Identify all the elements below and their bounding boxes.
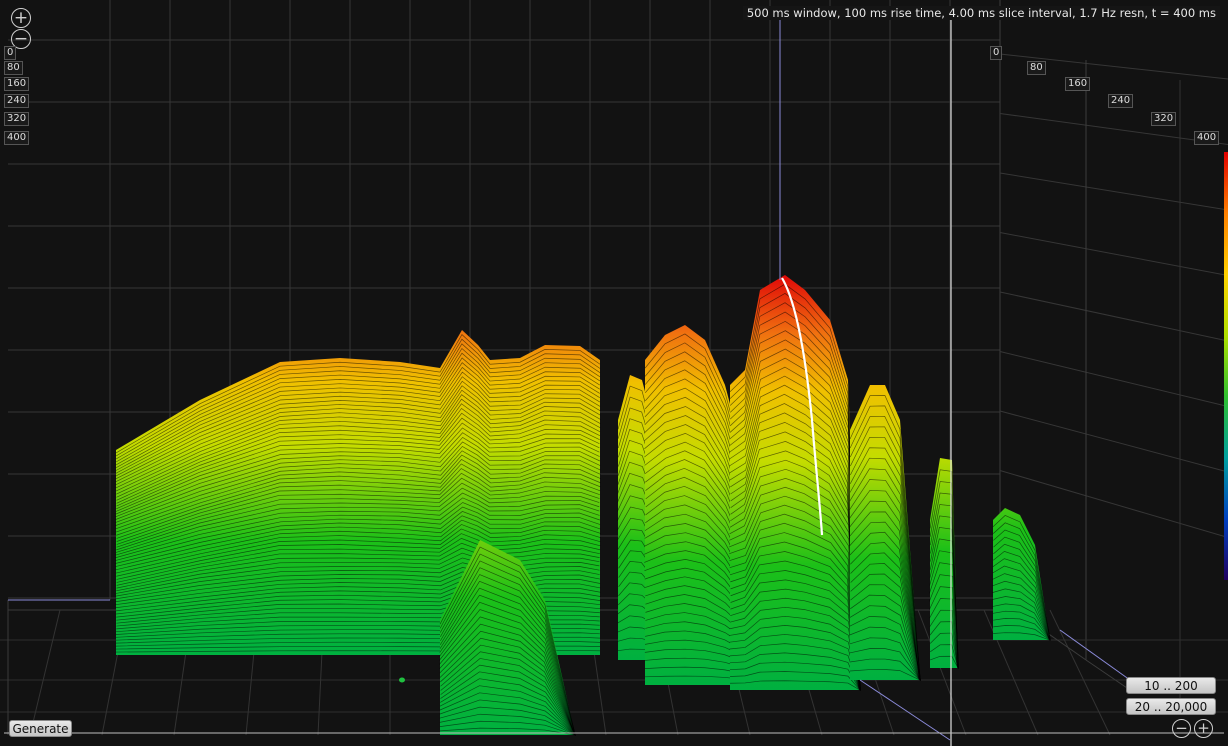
left-time-tick: 240 (4, 94, 30, 108)
status-readout: 500 ms window, 100 ms rise time, 4.00 ms… (742, 6, 1220, 20)
top-time-tick: 320 (1151, 112, 1177, 126)
top-time-tick: 240 (1108, 94, 1134, 108)
top-time-tick: 80 (1027, 61, 1046, 75)
top-time-tick: 0 (990, 46, 1003, 60)
horizontal-zoom-out-icon[interactable]: − (1172, 719, 1191, 738)
left-time-tick: 80 (4, 61, 23, 75)
left-time-tick: 0 (4, 46, 17, 60)
waterfall-surface (115, 275, 1051, 736)
horizontal-zoom-in-icon[interactable]: + (1194, 719, 1213, 738)
top-time-tick: 160 (1065, 77, 1091, 91)
range-20-20000-button[interactable]: 20 .. 20,000 (1126, 698, 1216, 715)
generate-button[interactable]: Generate (9, 720, 72, 737)
left-time-tick: 400 (4, 131, 30, 145)
top-time-tick: 400 (1194, 131, 1220, 145)
waterfall-plot[interactable] (0, 0, 1228, 746)
left-time-tick: 320 (4, 112, 30, 126)
color-scale-bar (1224, 152, 1228, 580)
zoom-in-icon[interactable]: + (11, 8, 31, 28)
waterfall-view[interactable]: 500 ms window, 100 ms rise time, 4.00 ms… (0, 0, 1228, 746)
left-time-tick: 160 (4, 77, 30, 91)
range-10-200-button[interactable]: 10 .. 200 (1126, 677, 1216, 694)
